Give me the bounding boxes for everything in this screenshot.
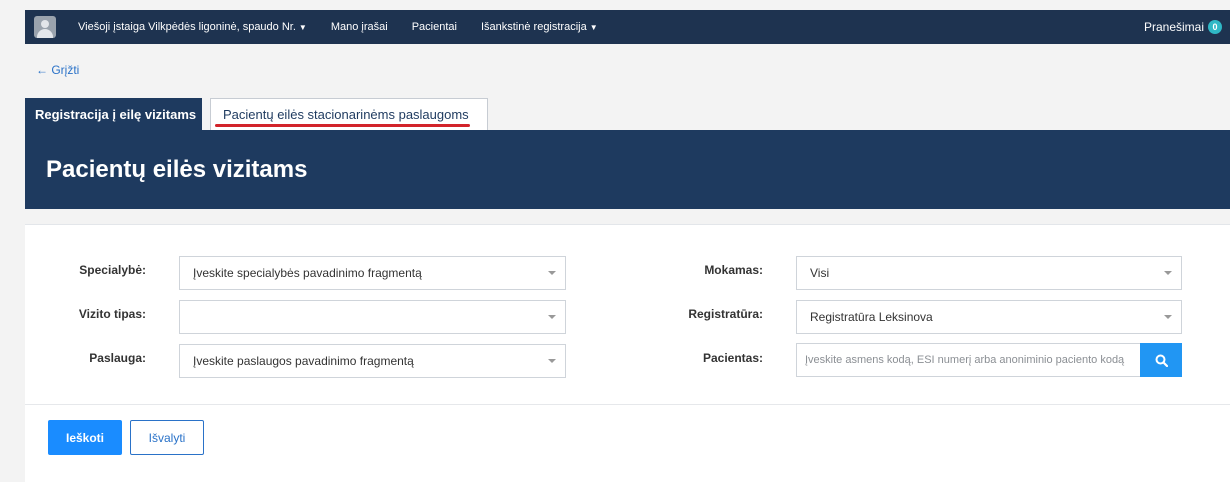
- red-underline-annotation: [215, 124, 470, 127]
- nav-pre-registration-dropdown[interactable]: Išankstinė registracija ▼: [481, 21, 598, 33]
- page-header-banner: Pacientų eilės vizitams: [25, 130, 1230, 209]
- back-link[interactable]: ← Grįžti: [36, 63, 79, 77]
- search-button[interactable]: Ieškoti: [48, 420, 122, 455]
- tab-visit-queue-registration[interactable]: Registracija į eilę vizitams: [25, 98, 202, 130]
- caret-down-icon: ▼: [298, 23, 307, 32]
- specialty-select[interactable]: Įveskite specialybės pavadinimo fragment…: [179, 256, 566, 290]
- patient-label: Pacientas:: [702, 351, 763, 365]
- patient-search-input[interactable]: [796, 343, 1141, 377]
- user-avatar-icon[interactable]: [34, 16, 56, 38]
- service-select[interactable]: Įveskite paslaugos pavadinimo fragmentą: [179, 344, 566, 378]
- paid-select-value: Visi: [810, 266, 830, 280]
- nav-my-records[interactable]: Mano įrašai: [331, 21, 388, 33]
- search-icon: [1155, 354, 1168, 367]
- visit-type-label: Vizito tipas:: [78, 307, 146, 321]
- nav-pre-registration-label: Išankstinė registracija: [480, 21, 587, 33]
- registry-select-value: Registratūra Leksinova: [810, 310, 933, 324]
- registry-label: Registratūra:: [688, 307, 763, 321]
- service-select-value: Įveskite paslaugos pavadinimo fragmentą: [193, 354, 414, 368]
- paid-label: Mokamas:: [704, 263, 763, 277]
- clear-button[interactable]: Išvalyti: [130, 420, 204, 455]
- nav-patients[interactable]: Pacientai: [412, 21, 457, 33]
- tab-inpatient-queues-label: Pacientų eilės stacionarinėms paslaugoms: [223, 107, 469, 122]
- dropdown-arrow-icon: [548, 359, 556, 363]
- specialty-select-value: Įveskite specialybės pavadinimo fragment…: [193, 266, 422, 280]
- notifications-count-badge: 0: [1208, 20, 1222, 34]
- dropdown-arrow-icon: [1164, 315, 1172, 319]
- dropdown-arrow-icon: [548, 271, 556, 275]
- form-divider: [25, 404, 1230, 405]
- service-label: Paslauga:: [89, 351, 146, 365]
- registry-select[interactable]: Registratūra Leksinova: [796, 300, 1182, 334]
- nav-organization-dropdown[interactable]: Viešoji įstaiga Vilkpėdės ligoninė, spau…: [78, 21, 307, 33]
- page-title: Pacientų eilės vizitams: [46, 156, 308, 183]
- notifications-label: Pranešimai: [1143, 20, 1204, 34]
- paid-select[interactable]: Visi: [796, 256, 1182, 290]
- visit-type-select[interactable]: [179, 300, 566, 334]
- notifications-link[interactable]: Pranešimai 0: [1144, 20, 1222, 34]
- dropdown-arrow-icon: [548, 315, 556, 319]
- specialty-label: Specialybė:: [79, 263, 146, 277]
- top-navbar: Viešoji įstaiga Vilkpėdės ligoninė, spau…: [25, 10, 1230, 44]
- dropdown-arrow-icon: [1164, 271, 1172, 275]
- nav-organization-label: Viešoji įstaiga Vilkpėdės ligoninė, spau…: [78, 21, 296, 33]
- caret-down-icon: ▼: [589, 23, 598, 32]
- patient-search-button[interactable]: [1140, 343, 1182, 377]
